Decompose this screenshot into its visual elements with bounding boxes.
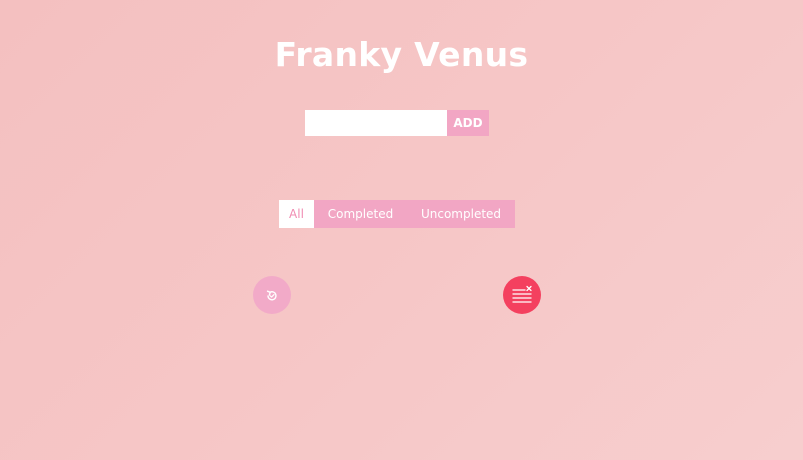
tab-completed[interactable]: Completed bbox=[314, 200, 407, 228]
filter-tabs: All Completed Uncompleted bbox=[279, 200, 515, 228]
tab-all[interactable]: All bbox=[279, 200, 314, 228]
clear-list-icon bbox=[512, 285, 532, 303]
add-todo-form: ADD bbox=[305, 110, 489, 136]
tab-uncompleted[interactable]: Uncompleted bbox=[407, 200, 515, 228]
todo-input[interactable] bbox=[305, 110, 447, 136]
refresh-icon bbox=[266, 290, 277, 301]
refresh-button[interactable] bbox=[253, 276, 291, 314]
clear-list-button[interactable] bbox=[503, 276, 541, 314]
add-button[interactable]: ADD bbox=[447, 110, 489, 136]
app-title: Franky Venus bbox=[274, 35, 529, 74]
